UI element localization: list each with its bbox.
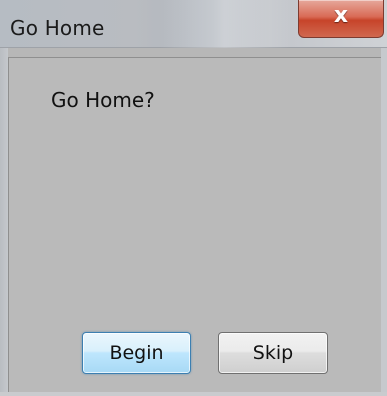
window-frame-bottom <box>0 392 387 396</box>
dialog-window: Go Home x Go Home? Begin Skip <box>0 0 387 396</box>
begin-button-label: Begin <box>109 342 164 364</box>
dialog-message: Go Home? <box>51 88 155 112</box>
window-frame-left <box>0 48 8 396</box>
skip-button-label: Skip <box>252 342 294 364</box>
title-bar-highlight <box>160 0 290 48</box>
skip-button[interactable]: Skip <box>218 332 328 374</box>
begin-button[interactable]: Begin <box>82 332 191 374</box>
window-title: Go Home <box>10 16 105 40</box>
close-icon: x <box>333 2 349 28</box>
title-bar[interactable]: Go Home x <box>0 0 387 48</box>
window-frame-right <box>381 48 387 396</box>
dialog-client-area: Go Home? Begin Skip <box>8 57 381 396</box>
close-button[interactable]: x <box>298 0 384 38</box>
